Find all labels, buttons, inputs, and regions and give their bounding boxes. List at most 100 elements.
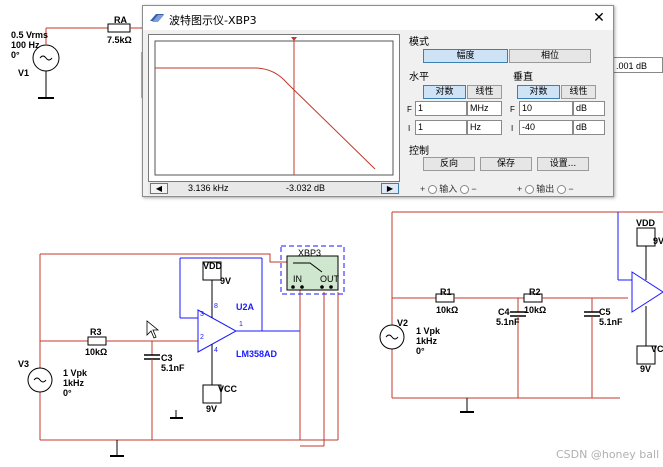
r1-name: R1 [440,287,452,297]
horizontal-section-title: 水平 [409,72,429,83]
output-minus-terminal[interactable] [556,185,566,195]
xbp3-name: XBP3 [298,248,322,258]
mode-section-title: 模式 [409,37,429,48]
horizontal-linear-button[interactable]: 线性 [467,85,502,99]
frequency-readout: 3.136 kHz [188,183,229,193]
output-minus-label: − [568,184,574,194]
v3-phase: 0° [63,388,72,398]
magnitude-readout: -3.032 dB [286,183,326,193]
r2-value: 10kΩ [524,305,547,315]
magnitude-button[interactable]: 幅度 [423,49,508,63]
horizontal-final-label: F [407,105,412,114]
input-label: 输入 [439,184,458,194]
background-window-readout: .001 dB [612,57,663,73]
vertical-log-button[interactable]: 对数 [517,85,560,99]
rc-ladder-circuit [379,211,663,413]
vdd2-value: 9V [653,236,663,246]
input-terminals: + 输入 − [420,182,477,195]
settings-button[interactable]: 设置... [537,157,589,171]
v2-freq: 1kHz [416,336,438,346]
v1-freq: 100 Hz [11,40,40,50]
u2a-name: U2A [236,302,255,312]
window-title: 波特图示仪-XBP3 [169,14,257,27]
output-label: 输出 [536,184,555,194]
vcc-label: VCC [218,384,238,394]
vertical-linear-button[interactable]: 线性 [561,85,596,99]
vdd-label: VDD [203,261,223,271]
c3-name: C3 [161,353,173,363]
vdd-value: 9V [220,276,232,286]
watermark: CSDN @honey ball [556,448,660,461]
c5-name: C5 [599,307,611,317]
v1-circuit [32,44,60,99]
cursor-marker-icon [291,37,297,41]
ra-value: 7.5kΩ [107,35,132,45]
u2a-pin8: 8 [214,303,218,310]
c5-value: 5.1nF [599,317,623,327]
r3-name: R3 [90,327,102,337]
output-terminals: + 输出 − [517,182,574,195]
phase-button[interactable]: 相位 [509,49,591,63]
bode-plot-svg [154,37,394,176]
cursor-right-button[interactable]: ▶ [381,183,399,194]
v1-value: 0.5 Vrms [11,30,49,40]
control-section-title: 控制 [409,146,429,157]
readout-bar: ◀ 3.136 kHz -3.032 dB ▶ [148,182,400,195]
mouse-cursor-icon [146,320,160,339]
cursor-left-button[interactable]: ◀ [150,183,168,194]
v2-phase: 0° [416,346,425,356]
vertical-initial-input[interactable]: -40 [519,120,573,135]
horizontal-final-unit[interactable]: MHz [467,101,502,116]
u2a-pin1: 1 [239,321,243,328]
close-icon[interactable]: ✕ [591,9,607,26]
output-plus-terminal[interactable] [524,185,534,195]
bode-plot-area[interactable] [148,34,400,182]
u2a-pin2: 2 [200,334,204,341]
vcc-value: 9V [206,404,218,414]
input-minus-terminal[interactable] [459,185,469,195]
vertical-final-unit[interactable]: dB [573,101,605,116]
r1-value: 10kΩ [436,305,459,315]
v3-freq: 1kHz [63,378,85,388]
ra-name: RA [114,15,127,25]
xbp3-out-label: OUT [320,274,339,284]
vertical-initial-label: I [511,124,514,133]
bode-plotter-icon [150,14,164,22]
v2-value: 1 Vpk [416,326,441,336]
vertical-section-title: 垂直 [513,72,533,83]
horizontal-initial-label: I [408,124,411,133]
vertical-final-label: F [510,105,515,114]
v1-phase: 0° [11,50,20,60]
vcc2-label: VC [651,344,663,354]
v1-name: V1 [18,68,30,78]
title-bar[interactable]: 波特图示仪-XBP3 ✕ [143,6,613,30]
reverse-button[interactable]: 反向 [423,157,475,171]
xbp3-in-label: IN [293,274,302,284]
input-plus-terminal[interactable] [427,185,437,195]
v3-value: 1 Vpk [63,368,88,378]
save-button[interactable]: 保存 [480,157,532,171]
vertical-initial-unit[interactable]: dB [573,120,605,135]
r2-name: R2 [529,287,541,297]
vertical-final-input[interactable]: 10 [519,101,573,116]
v2-name: V2 [397,318,409,328]
vcc2-value: 9V [640,364,652,374]
horizontal-initial-unit[interactable]: Hz [467,120,502,135]
horizontal-log-button[interactable]: 对数 [423,85,466,99]
vdd2-label: VDD [636,218,656,228]
c4-value: 5.1nF [496,317,520,327]
horizontal-initial-input[interactable]: 1 [415,120,467,135]
c3-value: 5.1nF [161,363,185,373]
bode-plotter-window: 波特图示仪-XBP3 ✕ ◀ 3.136 kHz -3.032 dB ▶ 模式 … [142,5,614,197]
input-plus-label: + [420,184,426,194]
u2a-pin4: 4 [214,347,218,354]
r3-value: 10kΩ [85,347,108,357]
u2a-part: LM358AD [236,349,278,359]
output-plus-label: + [517,184,523,194]
v3-name: V3 [18,359,30,369]
magnitude-trace [155,67,376,170]
c4-name: C4 [498,307,510,317]
horizontal-final-input[interactable]: 1 [415,101,467,116]
u2a-pin3: 3 [200,311,204,318]
input-minus-label: − [471,184,477,194]
